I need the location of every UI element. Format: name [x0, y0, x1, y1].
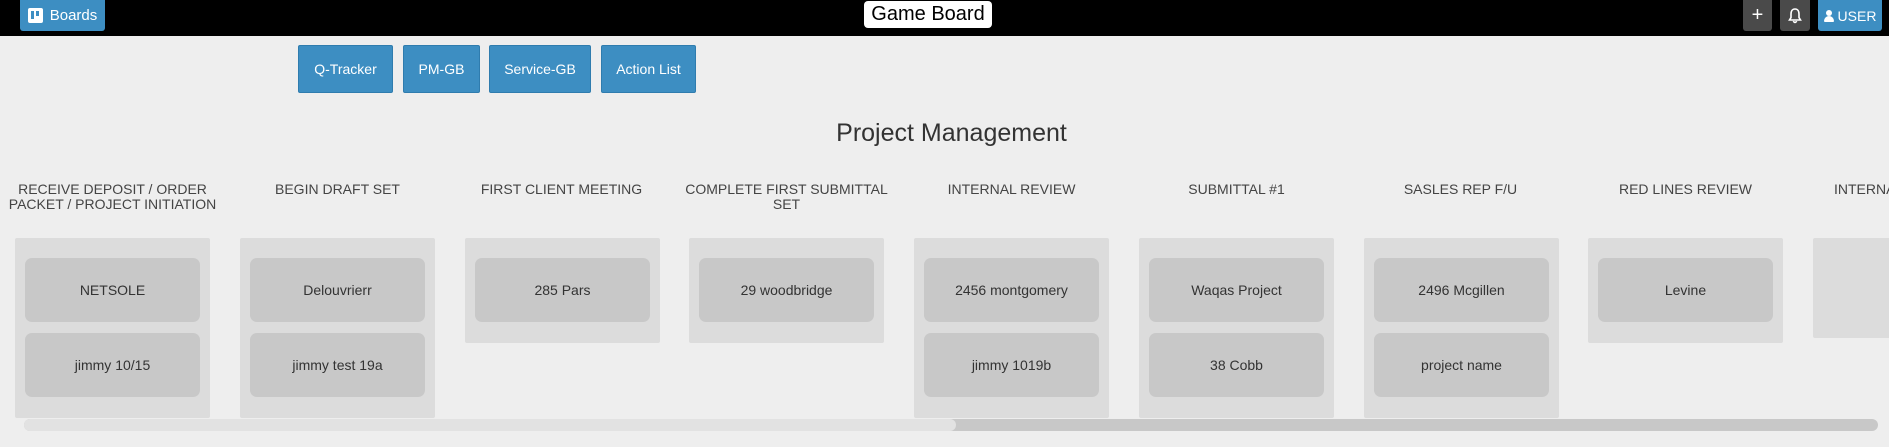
list-column: Levine [1588, 238, 1783, 343]
user-label: USER [1837, 7, 1877, 24]
list-card[interactable]: project name [1374, 333, 1549, 397]
list-card[interactable]: jimmy 1019b [924, 333, 1099, 397]
column-header: SUBMITTAL #1 [1188, 181, 1285, 197]
nav-pm-gb-button[interactable]: PM-GB [403, 45, 480, 93]
list-card[interactable]: 38 Cobb [1149, 333, 1324, 397]
nav-service-gb-button[interactable]: Service-GB [489, 45, 591, 93]
column-header: COMPLETE FIRST SUBMITTAL SET [685, 181, 888, 212]
list-card[interactable]: 29 woodbridge [699, 258, 874, 322]
list-column: 2496 Mcgillen project name [1364, 238, 1559, 418]
column-header: SASLES REP F/U [1403, 181, 1518, 197]
list-card[interactable]: Levine [1598, 258, 1773, 322]
nav-action-list-button[interactable]: Action List [601, 45, 696, 93]
column-header: INTERNAL R [1834, 182, 1889, 197]
scrollbar-thumb[interactable] [24, 419, 956, 431]
add-button[interactable]: + [1743, 0, 1772, 31]
column-header: RECEIVE DEPOSIT / ORDER PACKET / PROJECT… [8, 181, 217, 212]
board-title: Project Management [836, 119, 1067, 147]
list-card[interactable]: 2456 montgomery [924, 258, 1099, 322]
column-header: RED LINES REVIEW [1618, 181, 1753, 197]
bell-icon [1788, 7, 1802, 23]
list-card[interactable]: 285 Pars [475, 258, 650, 322]
list-column [1813, 238, 1889, 338]
column-header: INTERNAL REVIEW [947, 181, 1076, 197]
column-header: FIRST CLIENT MEETING [480, 181, 643, 197]
list-column: NETSOLE jimmy 10/15 [15, 238, 210, 418]
boards-label: Boards [49, 7, 98, 24]
app-title: Game Board [864, 1, 992, 28]
column-header: BEGIN DRAFT SET [275, 181, 400, 197]
top-bar: Boards Game Board + USER [0, 0, 1889, 36]
list-card[interactable]: 2496 Mcgillen [1374, 258, 1549, 322]
user-icon [1823, 9, 1834, 22]
list-column: Waqas Project 38 Cobb [1139, 238, 1334, 418]
list-card[interactable]: Delouvrierr [250, 258, 425, 322]
list-card[interactable]: jimmy test 19a [250, 333, 425, 397]
list-column: 29 woodbridge [689, 238, 884, 343]
list-column: 285 Pars [465, 238, 660, 343]
boards-button[interactable]: Boards [20, 0, 105, 31]
nav-q-tracker-button[interactable]: Q-Tracker [298, 45, 393, 93]
list-column: 2456 montgomery jimmy 1019b [914, 238, 1109, 418]
list-column: Delouvrierr jimmy test 19a [240, 238, 435, 418]
boards-icon [27, 8, 43, 23]
notifications-button[interactable] [1780, 0, 1810, 31]
user-menu-button[interactable]: USER [1818, 0, 1882, 31]
plus-icon: + [1751, 4, 1764, 26]
list-card[interactable]: NETSOLE [25, 258, 200, 322]
list-card[interactable]: Waqas Project [1149, 258, 1324, 322]
list-card[interactable]: jimmy 10/15 [25, 333, 200, 397]
